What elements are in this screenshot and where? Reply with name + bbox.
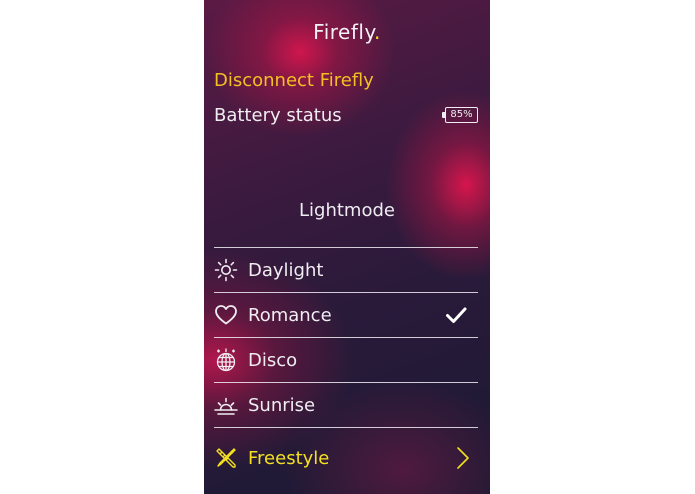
disconnect-button[interactable]: Disconnect Firefly bbox=[214, 70, 374, 91]
battery-status-row: Battery status 85% bbox=[214, 105, 478, 129]
mode-item-daylight[interactable]: Daylight bbox=[214, 248, 478, 292]
chevron-right-icon bbox=[456, 446, 470, 470]
app-title-dot: . bbox=[373, 20, 381, 44]
mode-item-freestyle[interactable]: Freestyle bbox=[214, 428, 478, 488]
checkmark-icon bbox=[444, 303, 468, 327]
battery-icon: 85% bbox=[442, 107, 478, 123]
mode-label-freestyle: Freestyle bbox=[248, 447, 330, 469]
lightmode-list: Daylight Romance Disco Sunrise Freestyle bbox=[214, 247, 478, 488]
battery-icon-nub bbox=[442, 112, 445, 118]
mode-label-sunrise: Sunrise bbox=[248, 394, 316, 416]
mode-label-romance: Romance bbox=[248, 304, 332, 326]
sun-icon bbox=[214, 258, 238, 282]
disco-ball-icon bbox=[214, 348, 238, 372]
mode-label-daylight: Daylight bbox=[248, 259, 324, 281]
battery-status-label: Battery status bbox=[214, 105, 342, 126]
mode-item-disco[interactable]: Disco bbox=[214, 338, 478, 382]
mode-item-sunrise[interactable]: Sunrise bbox=[214, 383, 478, 427]
mode-label-disco: Disco bbox=[248, 349, 298, 371]
lightmode-heading: Lightmode bbox=[299, 200, 395, 221]
heart-icon bbox=[214, 303, 238, 327]
sunrise-icon bbox=[214, 393, 238, 417]
app-title: Firefly. bbox=[313, 20, 381, 44]
battery-level: 85% bbox=[450, 109, 473, 120]
paintbrush-pencil-icon bbox=[214, 446, 238, 470]
mode-item-romance[interactable]: Romance bbox=[214, 293, 478, 337]
app-screen: Firefly. Disconnect Firefly Battery stat… bbox=[204, 0, 490, 494]
